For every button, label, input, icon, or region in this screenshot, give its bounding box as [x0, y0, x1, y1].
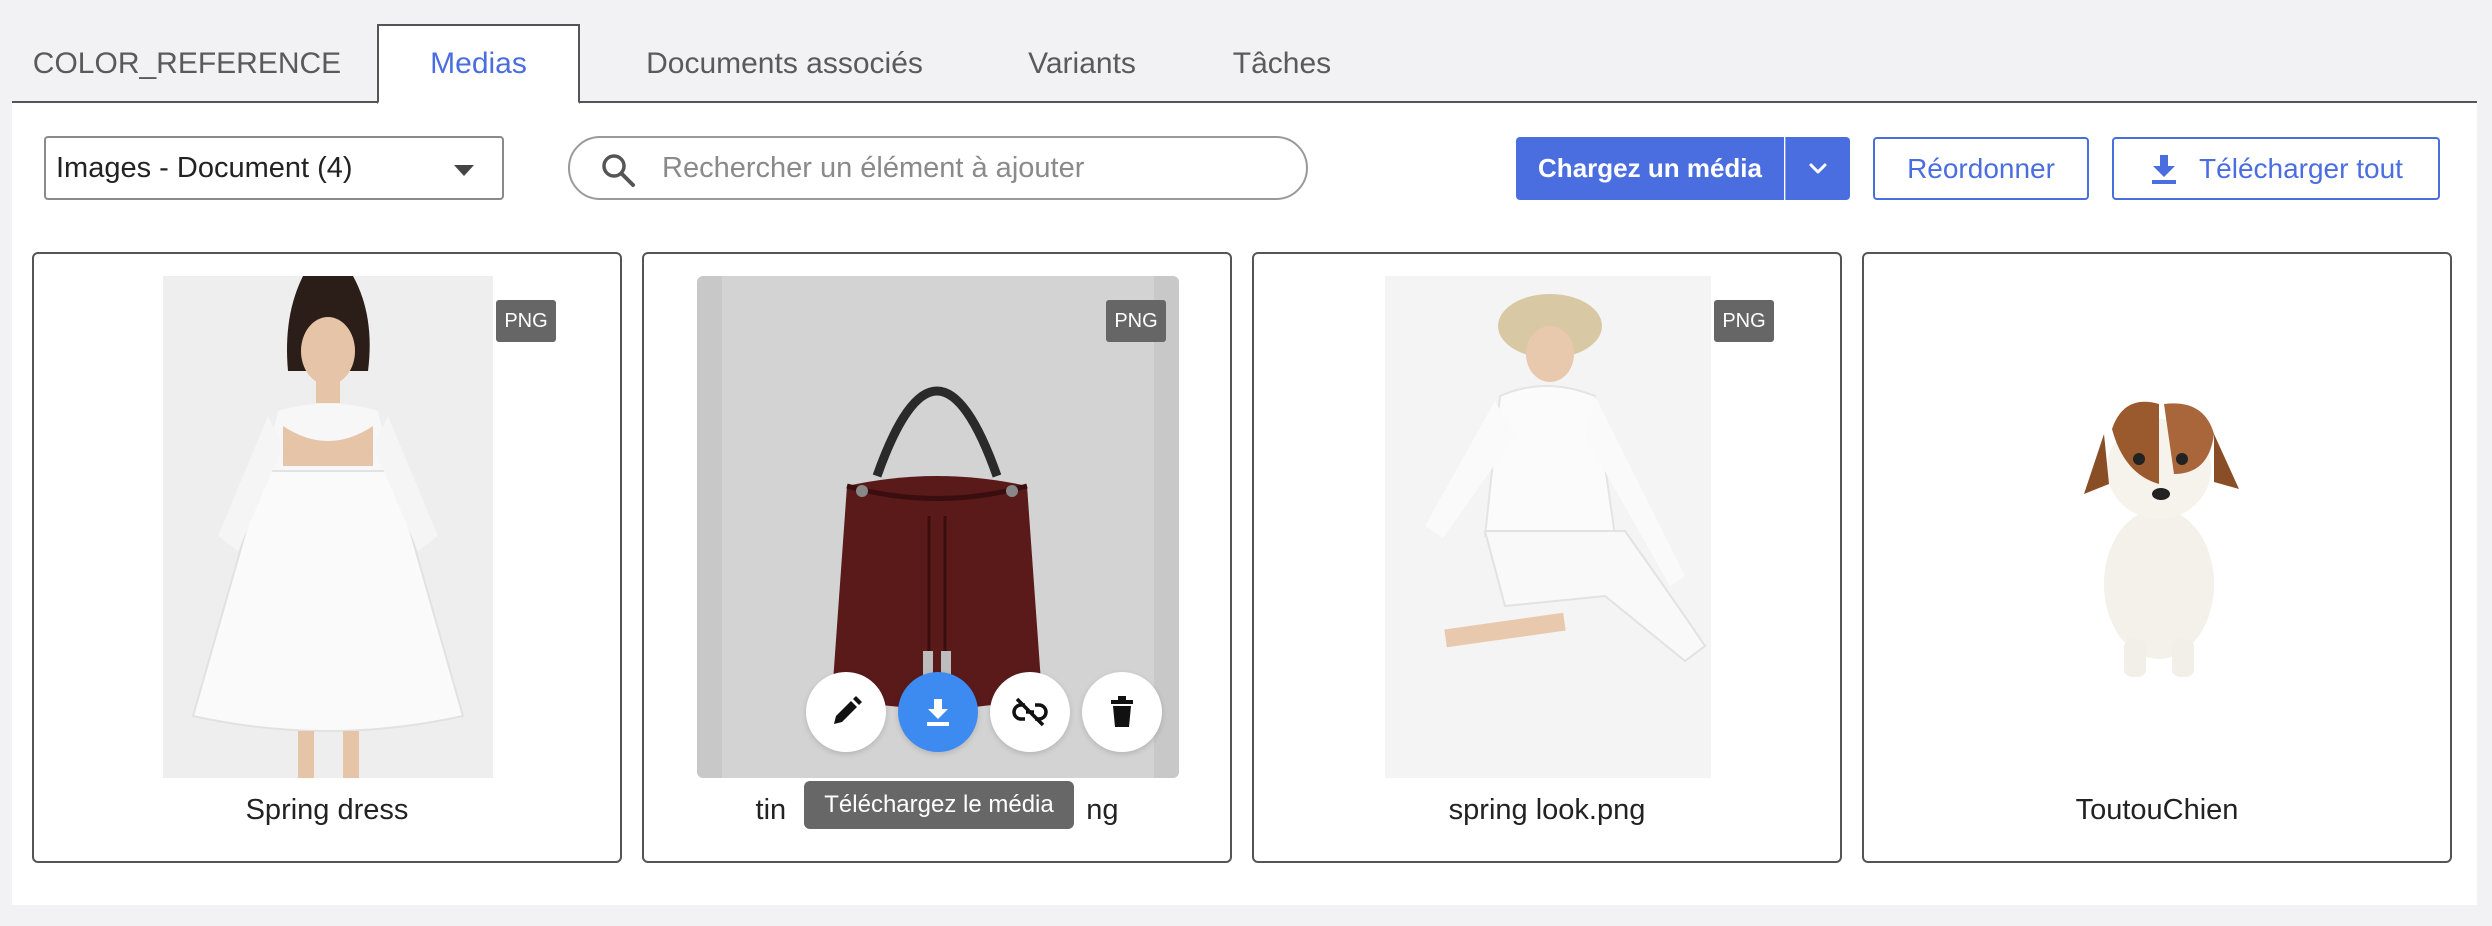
media-type-select-value: Images - Document (4) — [56, 151, 353, 184]
trash-icon — [1111, 696, 1133, 727]
search-field[interactable] — [568, 136, 1308, 200]
media-caption-end: ng — [1086, 794, 1119, 826]
download-icon — [2152, 154, 2177, 184]
format-badge: PNG — [1106, 300, 1166, 342]
download-tooltip: Téléchargez le média — [804, 781, 1074, 829]
media-card-bag[interactable]: PNG tin ng — [642, 252, 1232, 863]
edit-media-button[interactable] — [806, 672, 886, 752]
media-card-spring-dress[interactable]: PNG Spring dress — [32, 252, 622, 863]
download-all-button[interactable]: Télécharger tout — [2112, 137, 2440, 200]
upload-options-button[interactable] — [1785, 137, 1850, 200]
chevron-down-icon — [1809, 163, 1827, 173]
media-caption: spring look.png — [1448, 794, 1646, 826]
search-icon — [602, 154, 635, 187]
media-thumbnail — [2084, 401, 2239, 677]
tab-taches[interactable]: Tâches — [1212, 24, 1352, 104]
media-thumbnail — [163, 276, 493, 778]
media-card-spring-look[interactable]: PNG spring look.png — [1252, 252, 1842, 863]
reorder-label: Réordonner — [1907, 152, 2055, 184]
format-badge: PNG — [1714, 300, 1774, 342]
media-caption: Spring dress — [245, 794, 409, 826]
unlink-icon — [1012, 697, 1048, 727]
delete-media-button[interactable] — [1082, 672, 1162, 752]
download-icon — [927, 699, 949, 726]
download-all-label: Télécharger tout — [2199, 152, 2403, 184]
tab-documents-associes[interactable]: Documents associés — [622, 24, 947, 104]
tab-medias[interactable]: Medias — [377, 24, 580, 104]
search-input[interactable] — [662, 148, 1282, 188]
media-thumbnail — [1385, 276, 1711, 778]
media-type-select[interactable]: Images - Document (4) — [44, 136, 504, 200]
tab-variants[interactable]: Variants — [1002, 24, 1162, 104]
media-caption-start: tin — [755, 794, 787, 826]
format-badge: PNG — [496, 300, 556, 342]
reorder-button[interactable]: Réordonner — [1873, 137, 2089, 200]
tab-color-reference[interactable]: COLOR_REFERENCE — [33, 24, 341, 104]
upload-media-button[interactable]: Chargez un média — [1516, 137, 1784, 200]
upload-media-label: Chargez un média — [1538, 153, 1762, 183]
pencil-icon — [834, 696, 862, 724]
tab-bar: COLOR_REFERENCE Medias Documents associé… — [12, 0, 2477, 104]
download-media-button[interactable] — [898, 672, 978, 752]
media-caption: ToutouChien — [2075, 794, 2239, 826]
caret-down-icon — [454, 165, 474, 176]
unlink-media-button[interactable] — [990, 672, 1070, 752]
media-card-toutouchien[interactable]: ToutouChien — [1862, 252, 2452, 863]
